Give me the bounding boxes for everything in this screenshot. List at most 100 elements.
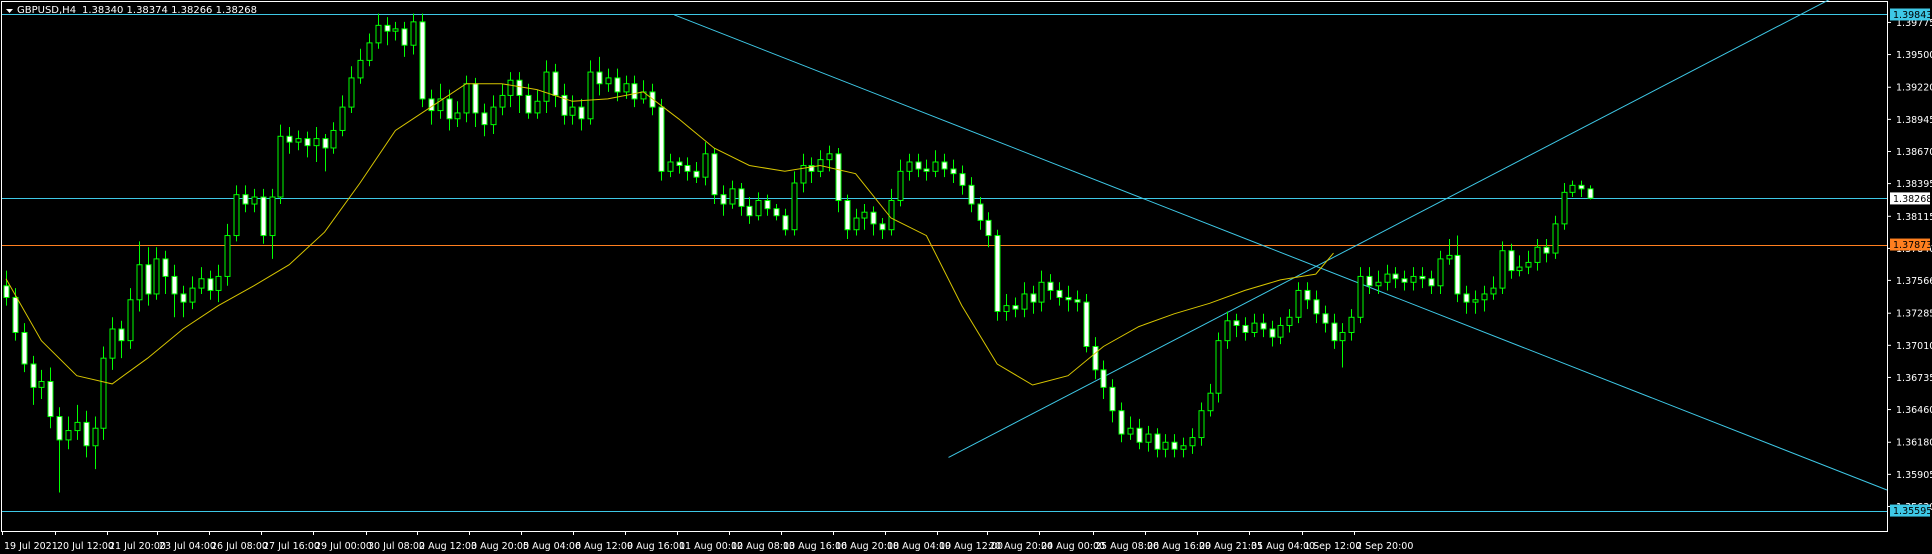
- candle-body-down: [1118, 410, 1125, 435]
- candle-body-up: [454, 112, 461, 120]
- candle-body-down: [3, 285, 10, 298]
- x-tick-label: 9 Aug 16:00: [627, 541, 685, 552]
- candle-body-up: [1525, 261, 1532, 268]
- candle-body-up: [251, 196, 258, 205]
- candle-body-down: [711, 153, 718, 196]
- candle-body-up: [587, 71, 594, 120]
- candle-body-down: [1030, 293, 1037, 303]
- candle-body-up: [224, 235, 231, 277]
- candle-body-down: [959, 173, 966, 186]
- y-tick-label: 1.36180: [1896, 438, 1932, 449]
- candle-body-up: [109, 328, 116, 359]
- y-tick-label: 1.38670: [1896, 147, 1932, 158]
- candle-body-up: [1348, 316, 1355, 333]
- candle-body-up: [906, 161, 913, 172]
- candle-body-up: [1198, 410, 1205, 439]
- candle-body-up: [1339, 331, 1346, 342]
- candle-body-up: [463, 83, 470, 114]
- candle-body-down: [985, 219, 992, 237]
- candle-body-down: [693, 170, 700, 178]
- candle-body-down: [1136, 427, 1143, 443]
- candle-body-down: [941, 161, 948, 170]
- candle-body-down: [746, 205, 753, 217]
- candle-body-up: [127, 299, 134, 342]
- candle-body-up: [1516, 266, 1523, 272]
- candle-body-up: [233, 194, 240, 237]
- candle-body-down: [286, 135, 293, 143]
- candle-body-down: [21, 331, 28, 365]
- x-tick-label: 1 Sep 12:00: [1304, 541, 1361, 552]
- chart-canvas[interactable]: GBPUSD,H4 1.38340 1.38374 1.38266 1.3826…: [0, 0, 1932, 554]
- candle-body-down: [12, 296, 19, 333]
- price-tag-bottom-level: 1.35595: [1890, 504, 1932, 517]
- candle-body-up: [295, 138, 302, 143]
- candle-body-down: [1171, 441, 1178, 450]
- candle-body-up: [1127, 427, 1134, 435]
- candle-body-down: [242, 194, 249, 205]
- candle-body-up: [888, 200, 895, 231]
- candle-body-down: [1543, 246, 1550, 254]
- x-tick-label: 3 Aug 20:00: [471, 541, 529, 552]
- candle-body-down: [968, 184, 975, 205]
- candle-body-up: [1295, 289, 1302, 318]
- candle: [1215, 332, 1222, 403]
- candle-body-up: [490, 106, 497, 126]
- candle-body-down: [180, 293, 187, 303]
- candle-body-down: [879, 223, 886, 231]
- candle-body-up: [791, 182, 798, 231]
- candle-body-down: [83, 421, 90, 447]
- candle: [994, 229, 1001, 321]
- candle-body-up: [1375, 281, 1382, 287]
- candle-body-up: [1224, 320, 1231, 342]
- candle-body-up: [198, 278, 205, 289]
- candle-body-up: [1189, 437, 1196, 447]
- candle-body-up: [1481, 293, 1488, 301]
- candle-body-down: [773, 208, 780, 217]
- candle-body-up: [1286, 316, 1293, 326]
- candle-body-up: [534, 100, 541, 114]
- y-tick-label: 1.36735: [1896, 373, 1932, 384]
- candle-body-up: [543, 71, 550, 102]
- candle-body-down: [1419, 275, 1426, 280]
- candle-body-down: [1508, 250, 1515, 272]
- x-tick-label: 6 Aug 12:00: [575, 541, 633, 552]
- y-tick-label: 1.38945: [1896, 115, 1932, 126]
- candle-body-down: [1065, 296, 1072, 301]
- candle-body-down: [870, 211, 877, 225]
- candle-body-down: [384, 24, 391, 32]
- candle-body-down: [1401, 278, 1408, 283]
- y-tick-label: 1.39220: [1896, 83, 1932, 94]
- candle-body-up: [826, 153, 833, 161]
- candle-body-up: [348, 77, 355, 108]
- candle-body-up: [623, 83, 630, 93]
- candle-body-up: [853, 217, 860, 231]
- chart-background: [0, 0, 1932, 554]
- candle-body-up: [313, 138, 320, 147]
- candle-body-down: [171, 275, 178, 295]
- candle-body-down: [915, 161, 922, 170]
- candle-body-down: [1428, 278, 1435, 287]
- price-tag-label: 1.39843: [1893, 10, 1932, 21]
- candle-body-down: [684, 164, 691, 172]
- candle-body-up: [339, 106, 346, 131]
- candle-body-up: [1180, 445, 1187, 450]
- candle-body-up: [861, 211, 868, 219]
- candle-body-down: [1242, 324, 1249, 333]
- candle-body-down: [1047, 281, 1054, 291]
- candle-body-up: [1038, 281, 1045, 303]
- candle-body-down: [1109, 386, 1116, 412]
- y-tick-label: 1.38395: [1896, 179, 1932, 190]
- y-tick-label: 1.37285: [1896, 309, 1932, 320]
- x-tick-label: 27 Jul 16:00: [263, 541, 320, 552]
- candle-body-down: [720, 194, 727, 205]
- x-tick-label: 29 Jul 00:00: [315, 541, 372, 552]
- price-tag-label: 1.35595: [1893, 506, 1932, 517]
- x-tick-label: 26 Jul 08:00: [211, 541, 268, 552]
- candle-body-up: [932, 161, 939, 172]
- x-tick-label: 2 Aug 12:00: [419, 541, 477, 552]
- candle-body-down: [145, 264, 152, 295]
- candle-body-down: [304, 138, 311, 147]
- candle-body-up: [100, 357, 107, 429]
- candle-body-up: [1490, 287, 1497, 295]
- candle-body-down: [977, 203, 984, 221]
